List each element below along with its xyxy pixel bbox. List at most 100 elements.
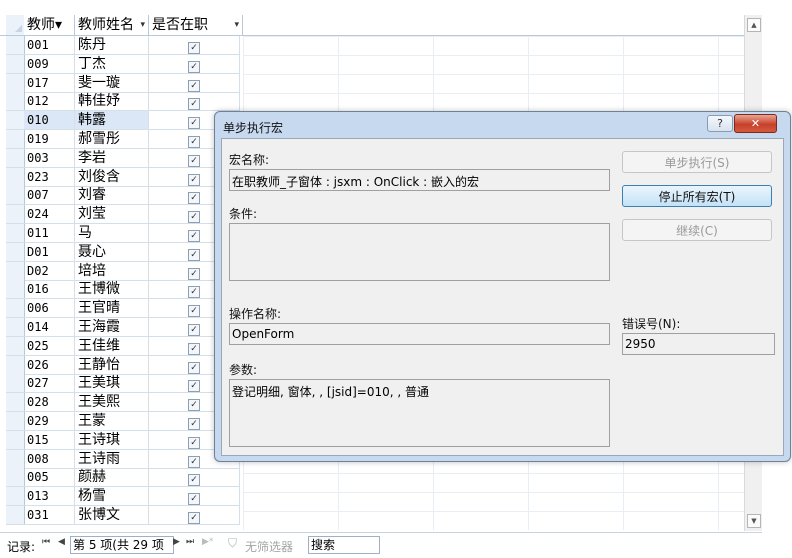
active-cell[interactable]: ✓ (149, 92, 240, 112)
teacher-id-cell[interactable]: 011 (24, 224, 75, 243)
active-checkbox[interactable]: ✓ (188, 380, 200, 393)
teacher-name-cell[interactable]: 颜赫 (75, 468, 149, 488)
row-selector[interactable] (6, 355, 25, 375)
teacher-name-cell[interactable]: 韩佳妤 (75, 92, 149, 112)
table-row[interactable]: 017 斐一璇 ✓ (0, 73, 744, 93)
row-selector[interactable] (6, 374, 25, 394)
active-checkbox[interactable]: ✓ (188, 324, 200, 336)
row-selector[interactable] (6, 449, 25, 469)
active-checkbox[interactable]: ✓ (188, 60, 200, 73)
continue-button[interactable]: 继续(C) (622, 219, 772, 241)
teacher-name-cell[interactable]: 王静怡 (75, 355, 149, 375)
teacher-name-cell[interactable]: 刘莹 (75, 205, 149, 225)
teacher-id-cell[interactable]: D02 (24, 261, 75, 281)
teacher-name-cell[interactable]: 马 (75, 224, 149, 243)
active-checkbox[interactable]: ✓ (188, 136, 200, 148)
row-selector[interactable] (6, 468, 25, 488)
teacher-name-cell[interactable]: 聂心 (75, 242, 149, 262)
active-checkbox[interactable]: ✓ (188, 42, 200, 54)
row-selector[interactable] (6, 54, 25, 74)
active-checkbox[interactable]: ✓ (188, 474, 200, 487)
active-checkbox[interactable]: ✓ (188, 399, 200, 412)
active-checkbox[interactable]: ✓ (188, 98, 200, 111)
next-record-icon[interactable]: ▶ (173, 537, 180, 547)
teacher-id-cell[interactable]: 003 (24, 148, 75, 168)
row-selector[interactable] (6, 336, 25, 356)
active-checkbox[interactable]: ✓ (188, 361, 200, 374)
active-checkbox[interactable]: ✓ (188, 305, 200, 318)
teacher-id-cell[interactable]: 028 (24, 393, 75, 413)
stop-all-macros-button[interactable]: 停止所有宏(T) (622, 185, 772, 207)
teacher-id-cell[interactable]: 014 (24, 318, 75, 337)
prev-record-icon[interactable]: ◀ (58, 537, 65, 547)
filter-status[interactable]: 无筛选器 (245, 538, 293, 555)
teacher-id-cell[interactable]: 024 (24, 205, 75, 225)
active-cell[interactable]: ✓ (149, 506, 240, 525)
active-checkbox[interactable]: ✓ (188, 173, 200, 186)
active-cell[interactable]: ✓ (149, 36, 240, 55)
new-record-icon[interactable]: ▶* (202, 537, 213, 547)
teacher-id-cell[interactable]: 025 (24, 336, 75, 356)
table-row[interactable]: 005 颜赫 ✓ (0, 468, 744, 488)
sort-filter-arrow-icon[interactable]: ▾ (140, 15, 145, 35)
active-cell[interactable]: ✓ (149, 73, 240, 93)
teacher-name-cell[interactable]: 王诗雨 (75, 449, 149, 469)
teacher-id-cell[interactable]: 017 (24, 73, 75, 93)
active-checkbox[interactable]: ✓ (188, 267, 200, 280)
teacher-name-cell[interactable]: 丁杰 (75, 54, 149, 74)
teacher-id-cell[interactable]: 008 (24, 449, 75, 469)
current-record-field[interactable]: 第 5 项(共 29 项 (70, 536, 174, 554)
row-selector[interactable] (6, 224, 25, 243)
teacher-name-cell[interactable]: 李岩 (75, 148, 149, 168)
teacher-id-cell[interactable]: 023 (24, 167, 75, 187)
teacher-name-cell[interactable]: 刘俊含 (75, 167, 149, 187)
teacher-id-cell[interactable]: 012 (24, 92, 75, 112)
row-selector[interactable] (6, 430, 25, 450)
row-selector[interactable] (6, 299, 25, 319)
teacher-id-cell[interactable]: 013 (24, 487, 75, 507)
teacher-name-cell[interactable]: 王美琪 (75, 374, 149, 394)
teacher-id-cell[interactable]: 027 (24, 374, 75, 394)
active-checkbox[interactable]: ✓ (188, 286, 200, 299)
teacher-id-cell[interactable]: 006 (24, 299, 75, 319)
teacher-name-cell[interactable]: 陈丹 (75, 36, 149, 55)
teacher-name-cell[interactable]: 培培 (75, 261, 149, 281)
active-cell[interactable]: ✓ (149, 54, 240, 74)
teacher-id-cell[interactable]: 010 (24, 111, 75, 131)
help-icon[interactable]: ? (707, 115, 733, 132)
column-header-name[interactable]: 教师姓名 ▾ (75, 15, 149, 35)
teacher-name-cell[interactable]: 杨雪 (75, 487, 149, 507)
active-cell[interactable]: ✓ (149, 487, 240, 507)
teacher-id-cell[interactable]: 031 (24, 506, 75, 525)
single-step-button[interactable]: 单步执行(S) (622, 151, 772, 173)
teacher-id-cell[interactable]: 009 (24, 54, 75, 74)
row-selector[interactable] (6, 506, 25, 525)
close-icon[interactable]: ✕ (734, 114, 777, 133)
active-checkbox[interactable]: ✓ (188, 436, 200, 449)
table-row[interactable]: 031 张博文 ✓ (0, 506, 744, 525)
active-checkbox[interactable]: ✓ (188, 248, 200, 261)
teacher-id-cell[interactable]: 029 (24, 412, 75, 431)
teacher-id-cell[interactable]: 019 (24, 130, 75, 149)
first-record-icon[interactable]: ⏮ (42, 537, 50, 547)
teacher-name-cell[interactable]: 王博微 (75, 280, 149, 300)
row-selector[interactable] (6, 280, 25, 300)
table-row[interactable]: 009 丁杰 ✓ (0, 54, 744, 74)
teacher-name-cell[interactable]: 斐一璇 (75, 73, 149, 93)
teacher-name-cell[interactable]: 王诗琪 (75, 430, 149, 450)
active-checkbox[interactable]: ✓ (188, 117, 200, 130)
teacher-id-cell[interactable]: 016 (24, 280, 75, 300)
active-checkbox[interactable]: ✓ (188, 192, 200, 205)
row-selector[interactable] (6, 73, 25, 93)
row-selector[interactable] (6, 167, 25, 187)
teacher-name-cell[interactable]: 王佳维 (75, 336, 149, 356)
sort-filter-arrow-icon[interactable]: ▾ (234, 15, 239, 35)
table-row[interactable]: 001 陈丹 ✓ (0, 36, 744, 55)
row-selector[interactable] (6, 36, 25, 55)
row-selector[interactable] (6, 242, 25, 262)
active-checkbox[interactable]: ✓ (188, 79, 200, 92)
teacher-name-cell[interactable]: 郝雪彤 (75, 130, 149, 149)
teacher-name-cell[interactable]: 王美熙 (75, 393, 149, 413)
row-selector[interactable] (6, 393, 25, 413)
teacher-id-cell[interactable]: 015 (24, 430, 75, 450)
